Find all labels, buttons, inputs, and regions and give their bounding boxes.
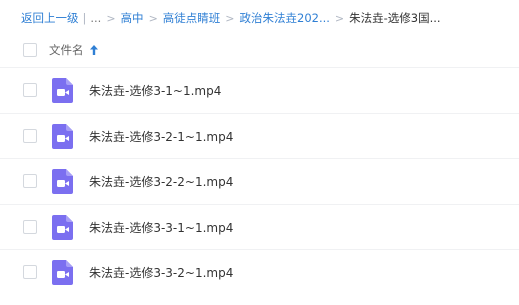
breadcrumb-separator: > — [148, 11, 158, 25]
filename-column-header[interactable]: 文件名 — [49, 42, 99, 58]
file-name[interactable]: 朱法垚-选修3-2-1~1.mp4 — [89, 128, 233, 145]
breadcrumb-item-folder[interactable]: 政治朱法垚202... — [240, 10, 330, 26]
breadcrumb-separator: > — [106, 11, 116, 25]
back-link[interactable]: 返回上一级 — [21, 10, 79, 26]
breadcrumb-divider: | — [82, 11, 87, 25]
file-name[interactable]: 朱法垚-选修3-2-2~1.mp4 — [89, 173, 233, 190]
row-checkbox[interactable] — [23, 219, 37, 234]
breadcrumb-ellipsis[interactable]: ... — [90, 11, 101, 25]
breadcrumb-item-class[interactable]: 高徒点睛班 — [163, 10, 221, 26]
select-all-checkbox[interactable] — [23, 43, 37, 57]
breadcrumb-separator: > — [225, 11, 235, 25]
list-header: 文件名 — [0, 36, 519, 64]
video-file-icon — [52, 169, 73, 194]
file-name[interactable]: 朱法垚-选修3-3-2~1.mp4 — [89, 264, 233, 281]
video-file-icon — [52, 78, 73, 103]
file-list: 朱法垚-选修3-1~1.mp4 朱法垚-选修3-2-1~1.mp4 朱法垚-选修3-… — [0, 67, 519, 295]
row-checkbox[interactable] — [23, 174, 37, 188]
file-name[interactable]: 朱法垚-选修3-1~1.mp4 — [89, 82, 221, 99]
file-row[interactable]: 朱法垚-选修3-3-2~1.mp4 — [0, 249, 519, 295]
file-name[interactable]: 朱法垚-选修3-3-1~1.mp4 — [89, 219, 233, 236]
row-checkbox[interactable] — [23, 128, 37, 143]
sort-ascending-icon[interactable] — [89, 44, 99, 56]
row-checkbox[interactable] — [23, 265, 37, 279]
file-row[interactable]: 朱法垚-选修3-2-2~1.mp4 — [0, 158, 519, 204]
video-file-icon — [52, 214, 73, 240]
file-row[interactable]: 朱法垚-选修3-1~1.mp4 — [0, 67, 519, 113]
video-file-icon — [52, 123, 73, 149]
breadcrumb-item-gaozhong[interactable]: 高中 — [121, 10, 144, 26]
row-checkbox[interactable] — [23, 83, 37, 97]
breadcrumb: 返回上一级 | ... > 高中 > 高徒点睛班 > 政治朱法垚202... >… — [21, 10, 441, 26]
file-row[interactable]: 朱法垚-选修3-2-1~1.mp4 — [0, 112, 519, 159]
file-row[interactable]: 朱法垚-选修3-3-1~1.mp4 — [0, 203, 519, 250]
breadcrumb-current: 朱法垚-选修3国... — [349, 11, 441, 25]
video-file-icon — [52, 260, 73, 285]
breadcrumb-separator: > — [334, 11, 345, 25]
filename-column-label: 文件名 — [49, 43, 84, 57]
